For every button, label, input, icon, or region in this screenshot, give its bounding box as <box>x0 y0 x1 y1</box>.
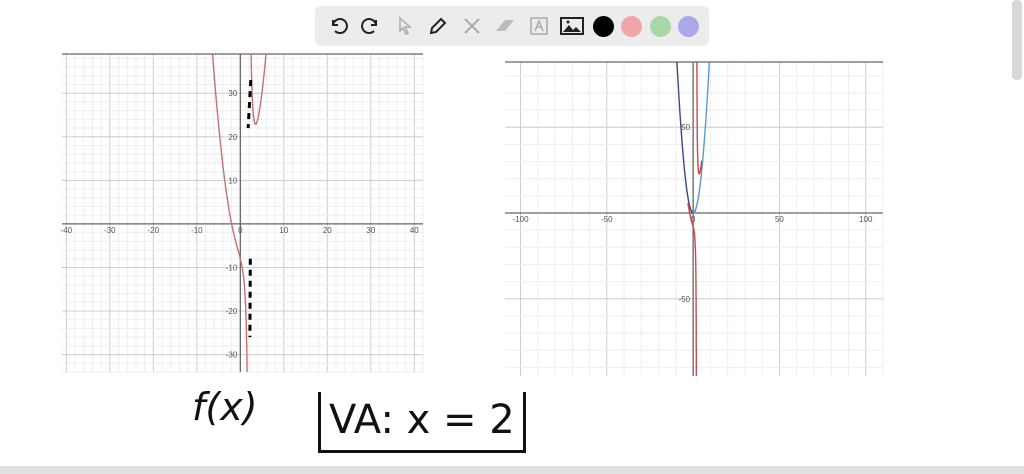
x-tick-label: -100 <box>513 215 530 224</box>
x-tick-label: 50 <box>775 215 784 224</box>
x-tick-label: 40 <box>410 226 419 235</box>
y-tick-label: 50 <box>681 123 690 132</box>
x-tick-label: 100 <box>859 215 873 224</box>
curve-right-branch <box>250 54 267 125</box>
y-tick-label: 20 <box>228 133 237 142</box>
x-tick-label: -50 <box>601 215 613 224</box>
x-tick-label: 20 <box>323 226 332 235</box>
horizontal-scrollbar[interactable] <box>0 466 1024 474</box>
x-tick-label: 10 <box>279 226 288 235</box>
y-tick-label: -20 <box>226 307 238 316</box>
x-tick-label: 30 <box>366 226 375 235</box>
y-tick-label: -30 <box>226 351 238 360</box>
y-tick-label: -50 <box>679 295 691 304</box>
y-tick-label: 10 <box>228 176 237 185</box>
va-note: VA: x = 2 <box>329 397 515 443</box>
x-tick-label: -30 <box>104 226 116 235</box>
x-tick-label: -10 <box>191 226 203 235</box>
x-tick-label: -20 <box>148 226 160 235</box>
y-tick-label: 30 <box>228 89 237 98</box>
y-tick-label: -10 <box>226 263 238 272</box>
curve-f-left <box>687 203 697 376</box>
fx-note: f(x) <box>192 385 258 429</box>
x-tick-label: 0 <box>238 226 243 235</box>
x-tick-label: -40 <box>61 226 73 235</box>
va-note-box: VA: x = 2 <box>318 392 526 453</box>
vertical-scrollbar[interactable] <box>1012 0 1022 80</box>
